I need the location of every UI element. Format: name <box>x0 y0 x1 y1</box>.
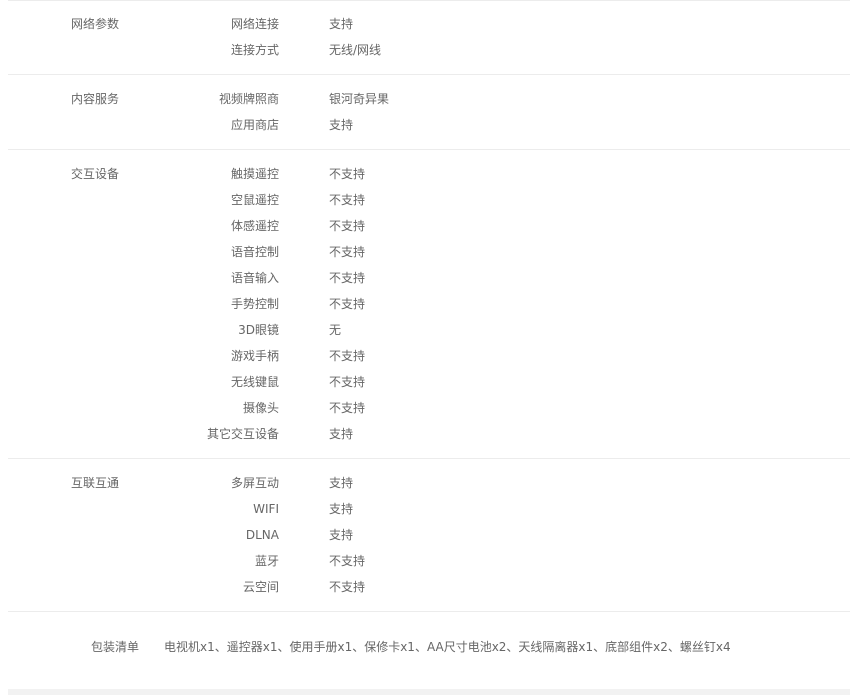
spec-row: 游戏手柄 不支持 <box>8 343 850 369</box>
spec-table: 网络参数 网络连接 支持 连接方式 无线/网线 内容服务 视频牌照商 银河奇异果… <box>0 0 850 682</box>
spec-value: 支持 <box>329 118 354 132</box>
spec-row: WIFI 支持 <box>8 496 850 522</box>
spec-key: 其它交互设备 <box>206 427 279 441</box>
spec-row: 语音控制 不支持 <box>8 239 850 265</box>
spec-row: 视频牌照商 银河奇异果 <box>8 86 850 112</box>
spec-key: DLNA <box>245 528 279 542</box>
spec-row: 多屏互动 支持 <box>8 470 850 496</box>
spec-key: 应用商店 <box>230 118 279 132</box>
spec-value: 支持 <box>329 502 354 516</box>
spec-value: 不支持 <box>329 297 366 311</box>
spec-key: 触摸遥控 <box>230 167 279 181</box>
spec-row: 空鼠遥控 不支持 <box>8 187 850 213</box>
spec-key: 视频牌照商 <box>218 92 279 106</box>
bottom-bar <box>8 689 850 695</box>
spec-row: 3D眼镜 无 <box>8 317 850 343</box>
spec-key: 空鼠遥控 <box>230 193 279 207</box>
package-list-value: 电视机x1、遥控器x1、使用手册x1、保修卡x1、AA尺寸电池x2、天线隔离器x… <box>164 640 731 654</box>
spec-value: 支持 <box>329 528 354 542</box>
package-list: 包装清单 电视机x1、遥控器x1、使用手册x1、保修卡x1、AA尺寸电池x2、天… <box>0 612 850 682</box>
spec-value: 支持 <box>329 17 354 31</box>
spec-value: 不支持 <box>329 554 366 568</box>
spec-value: 不支持 <box>329 375 366 389</box>
spec-key: WIFI <box>253 502 279 516</box>
spec-value: 不支持 <box>329 193 366 207</box>
spec-value: 不支持 <box>329 167 366 181</box>
spec-key: 语音输入 <box>230 271 279 285</box>
spec-value: 不支持 <box>329 580 366 594</box>
spec-value: 支持 <box>329 427 354 441</box>
spec-key: 游戏手柄 <box>230 349 279 363</box>
spec-row: 连接方式 无线/网线 <box>8 37 850 63</box>
spec-key: 无线键鼠 <box>230 375 279 389</box>
spec-row: 网络连接 支持 <box>8 11 850 37</box>
spec-key: 体感遥控 <box>230 219 279 233</box>
spec-value: 不支持 <box>329 401 366 415</box>
spec-key: 云空间 <box>242 580 279 594</box>
spec-key: 网络连接 <box>230 17 279 31</box>
spec-key: 多屏互动 <box>230 476 279 490</box>
spec-value: 无 <box>329 323 342 337</box>
spec-key: 手势控制 <box>230 297 279 311</box>
spec-row: 蓝牙 不支持 <box>8 548 850 574</box>
spec-row: 体感遥控 不支持 <box>8 213 850 239</box>
spec-row: 语音输入 不支持 <box>8 265 850 291</box>
spec-row: 手势控制 不支持 <box>8 291 850 317</box>
spec-row: 无线键鼠 不支持 <box>8 369 850 395</box>
spec-row: 触摸遥控 不支持 <box>8 161 850 187</box>
spec-value: 不支持 <box>329 349 366 363</box>
spec-section-content-service: 内容服务 视频牌照商 银河奇异果 应用商店 支持 <box>8 75 850 150</box>
spec-value: 不支持 <box>329 219 366 233</box>
spec-value: 不支持 <box>329 245 366 259</box>
spec-key: 3D眼镜 <box>238 323 279 337</box>
spec-row: DLNA 支持 <box>8 522 850 548</box>
spec-key: 语音控制 <box>230 245 279 259</box>
package-list-title: 包装清单 <box>91 640 140 654</box>
spec-row: 应用商店 支持 <box>8 112 850 138</box>
spec-value: 无线/网线 <box>329 43 382 57</box>
spec-value: 支持 <box>329 476 354 490</box>
spec-row: 摄像头 不支持 <box>8 395 850 421</box>
spec-section-interaction-devices: 交互设备 触摸遥控 不支持 空鼠遥控 不支持 体感遥控 不支持 语音控制 不支持… <box>8 150 850 459</box>
spec-row: 其它交互设备 支持 <box>8 421 850 447</box>
spec-row: 云空间 不支持 <box>8 574 850 600</box>
spec-section-connectivity: 互联互通 多屏互动 支持 WIFI 支持 DLNA 支持 蓝牙 不支持 云空间 … <box>8 459 850 612</box>
spec-section-network: 网络参数 网络连接 支持 连接方式 无线/网线 <box>8 0 850 75</box>
spec-key: 摄像头 <box>242 401 279 415</box>
spec-key: 连接方式 <box>230 43 279 57</box>
spec-value: 银河奇异果 <box>329 92 390 106</box>
spec-key: 蓝牙 <box>254 554 279 568</box>
spec-value: 不支持 <box>329 271 366 285</box>
